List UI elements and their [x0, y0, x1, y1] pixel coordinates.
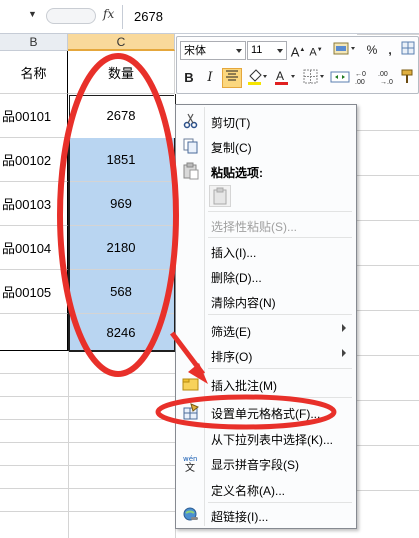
red-ellipse-format-cells — [155, 394, 337, 430]
annotation-overlay — [57, 53, 337, 430]
red-arrow-head — [188, 363, 208, 384]
red-ellipse-column — [57, 53, 179, 377]
